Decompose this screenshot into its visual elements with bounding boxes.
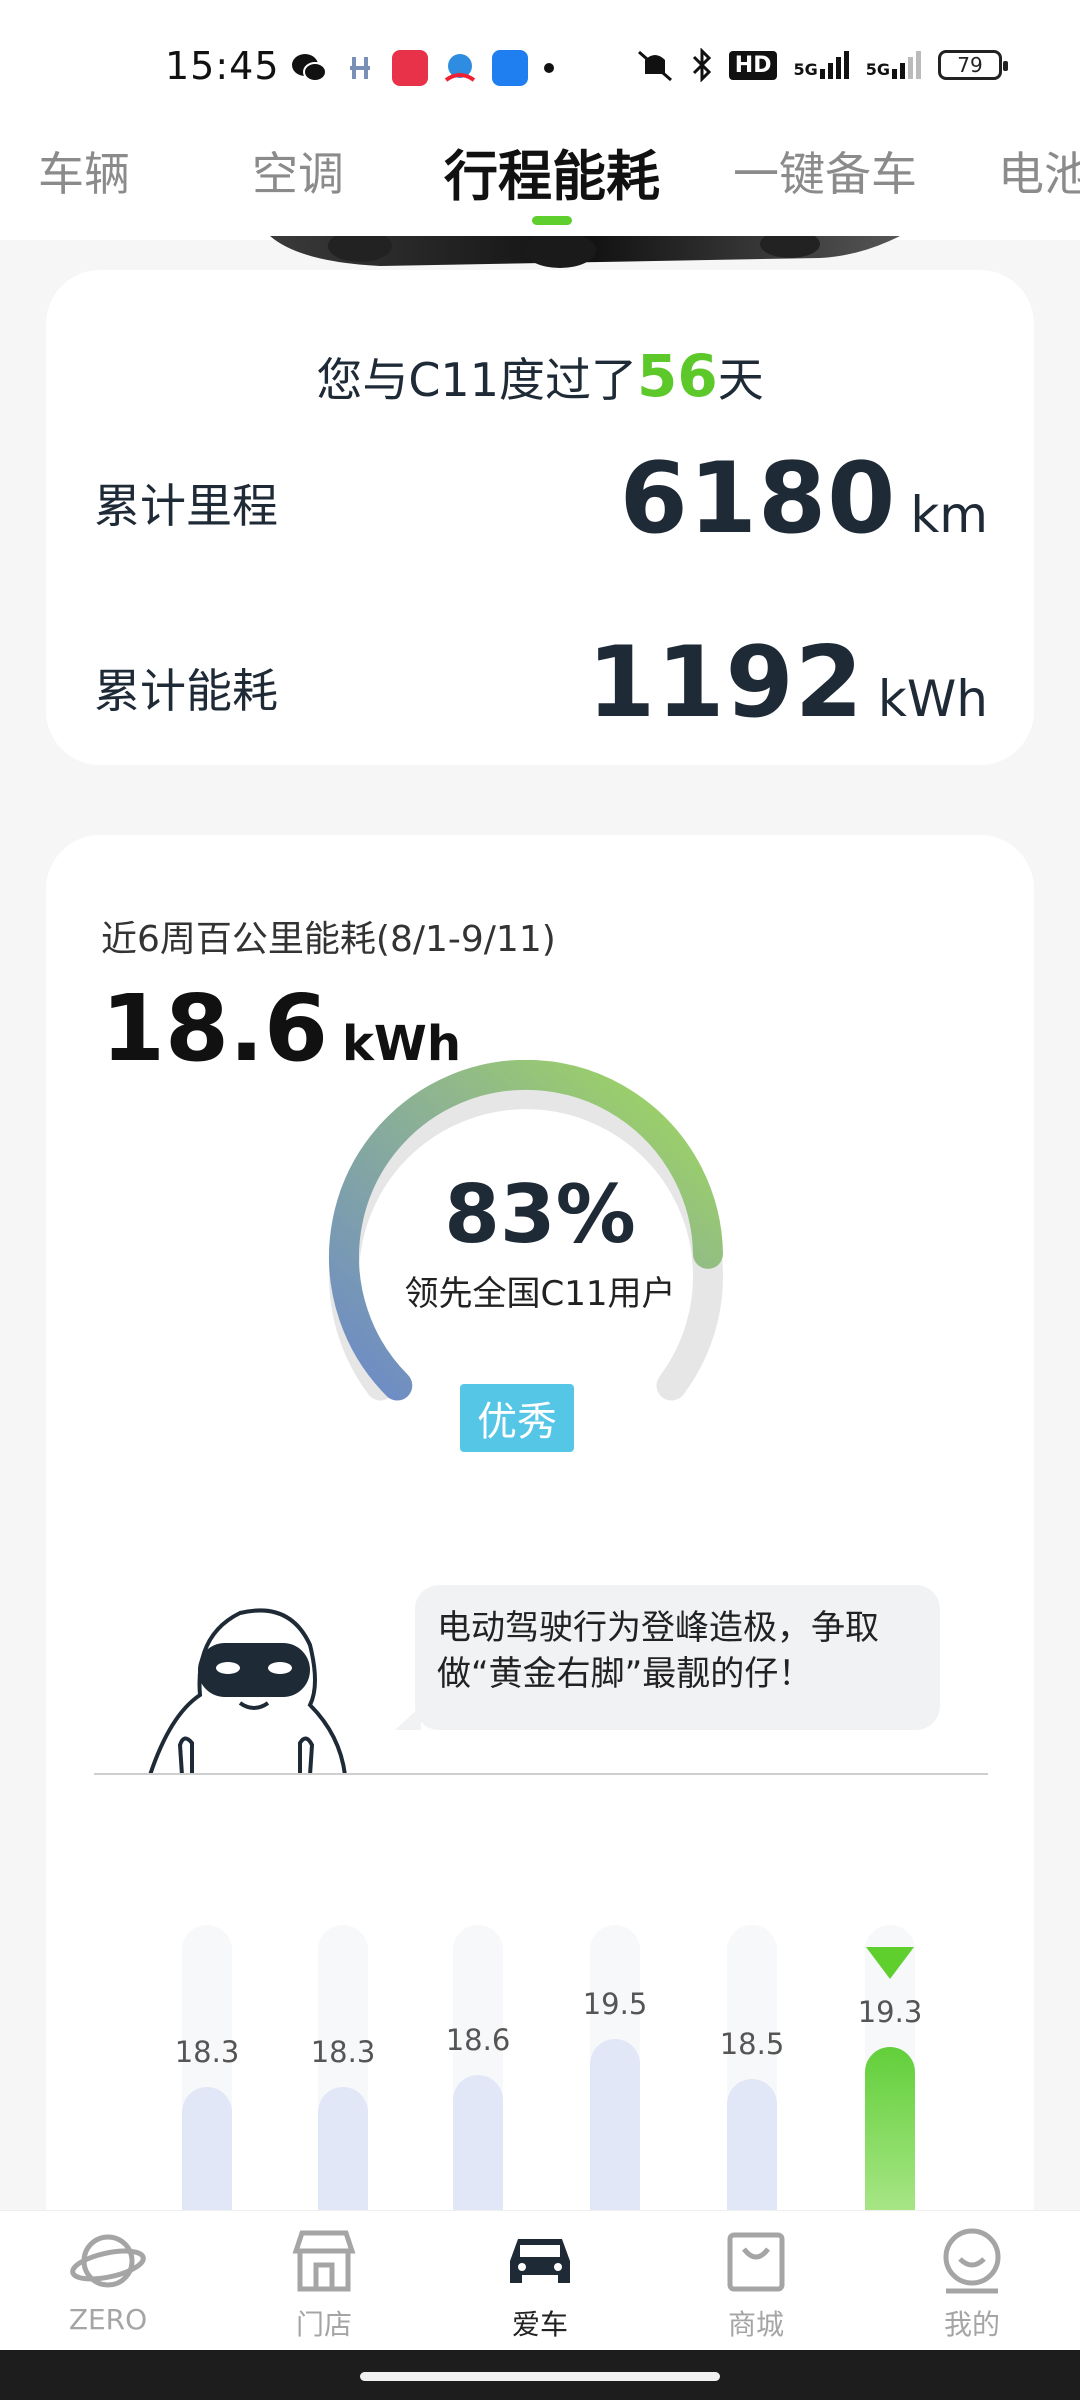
bar-week-5: 18.5	[720, 1925, 784, 2215]
energy-label: 累计能耗	[94, 664, 278, 718]
days-count: 56	[636, 342, 718, 410]
bar-fill	[453, 2075, 503, 2215]
current-week-marker	[866, 1947, 914, 1979]
bar-week-2: 18.3	[311, 1925, 375, 2215]
mascot-illustration	[148, 1608, 347, 1775]
news-app-icon	[442, 50, 478, 86]
tab-bar: 车辆 空调 行程能耗 一键备车 电池	[0, 130, 1080, 240]
system-icons: HD 5G 5G 79	[635, 48, 1008, 82]
period-label: 近6周百公里能耗(8/1-9/11)	[101, 919, 556, 960]
bar-fill	[590, 2039, 640, 2215]
mute-icon	[637, 50, 672, 82]
tab-battery[interactable]: 电池	[998, 138, 1080, 204]
autohome-icon	[492, 50, 528, 86]
car-icon	[510, 2239, 570, 2283]
divider	[94, 1773, 988, 1775]
bar-week-6: 19.3	[858, 1925, 922, 2215]
dot-icon	[542, 50, 556, 86]
bar-fill	[182, 2087, 232, 2215]
nav-my-car[interactable]: 爱车	[470, 2221, 610, 2343]
bar-week-4: 19.5	[583, 1925, 647, 2215]
energy-value: 1192 kWh	[587, 626, 988, 740]
bar-fill	[318, 2087, 368, 2215]
rank-percent: 83%	[444, 1168, 636, 1261]
tab-trip-energy[interactable]: 行程能耗	[444, 132, 660, 211]
bar-week-3: 18.6	[446, 1925, 510, 2215]
summary-card: 您与C11度过了56天 累计里程 6180 km 累计能耗 1192 kWh	[46, 270, 1034, 765]
nav-zero[interactable]: ZERO	[38, 2221, 178, 2336]
signal-5g-icon: 5G	[793, 51, 849, 79]
bar-value-label: 18.5	[719, 2027, 785, 2061]
weekly-consumption-chart: 18.3 18.3 18.6 19.5 18.5 19.3	[0, 1925, 1080, 2215]
hd-icon: HD	[728, 50, 778, 80]
rank-text: 领先全国C11用户	[404, 1274, 676, 1314]
days-together: 您与C11度过了56天	[316, 342, 764, 410]
gauge-center: 83% 领先全国C11用户	[0, 1170, 1080, 1315]
bar-fill	[727, 2079, 777, 2215]
status-bar: 15:45 HD 5G 5G 79	[0, 0, 1080, 130]
bar-value-label: 18.3	[310, 2035, 376, 2069]
bar-value-label: 19.5	[582, 1987, 648, 2021]
tab-air-conditioning[interactable]: 空调	[252, 138, 344, 204]
tip-bubble: 电动驾驶行为登峰造极，争取 做“黄金右脚”最靓的仔！	[395, 1585, 940, 1730]
store-icon	[292, 2230, 356, 2292]
bluetooth-icon	[692, 48, 711, 82]
smile-face-icon	[943, 2228, 1001, 2294]
tab-prepare-car[interactable]: 一键备车	[733, 138, 917, 204]
tab-vehicle[interactable]: 车辆	[38, 138, 130, 204]
bar-value-label: 18.6	[445, 2023, 511, 2057]
mileage-value: 6180 km	[619, 442, 988, 556]
active-tab-indicator	[532, 216, 572, 225]
planet-icon	[70, 2234, 146, 2288]
mileage-label: 累计里程	[94, 479, 278, 533]
xiaohongshu-icon	[392, 50, 428, 86]
rating-badge: 优秀	[460, 1384, 574, 1452]
status-time: 15:45	[165, 44, 280, 88]
bottom-nav: ZERO 门店 爱车 商城 我的	[0, 2210, 1080, 2350]
notification-icons	[290, 50, 556, 86]
shopping-bag-icon	[727, 2232, 785, 2292]
nav-me[interactable]: 我的	[902, 2221, 1042, 2343]
home-gesture-handle[interactable]	[360, 2372, 720, 2381]
bar-week-1: 18.3	[175, 1925, 239, 2215]
battery-icon: 79	[938, 50, 1008, 80]
signal-5g-icon-2: 5G	[866, 51, 922, 79]
app-icon	[342, 50, 378, 86]
nav-store[interactable]: 门店	[254, 2221, 394, 2343]
bar-fill	[865, 2047, 915, 2215]
gesture-bar-area	[0, 2350, 1080, 2400]
bar-value-label: 19.3	[857, 1995, 923, 2029]
bar-value-label: 18.3	[174, 2035, 240, 2069]
wechat-icon	[290, 50, 328, 86]
car-image	[270, 236, 900, 268]
nav-shop[interactable]: 商城	[686, 2221, 826, 2343]
